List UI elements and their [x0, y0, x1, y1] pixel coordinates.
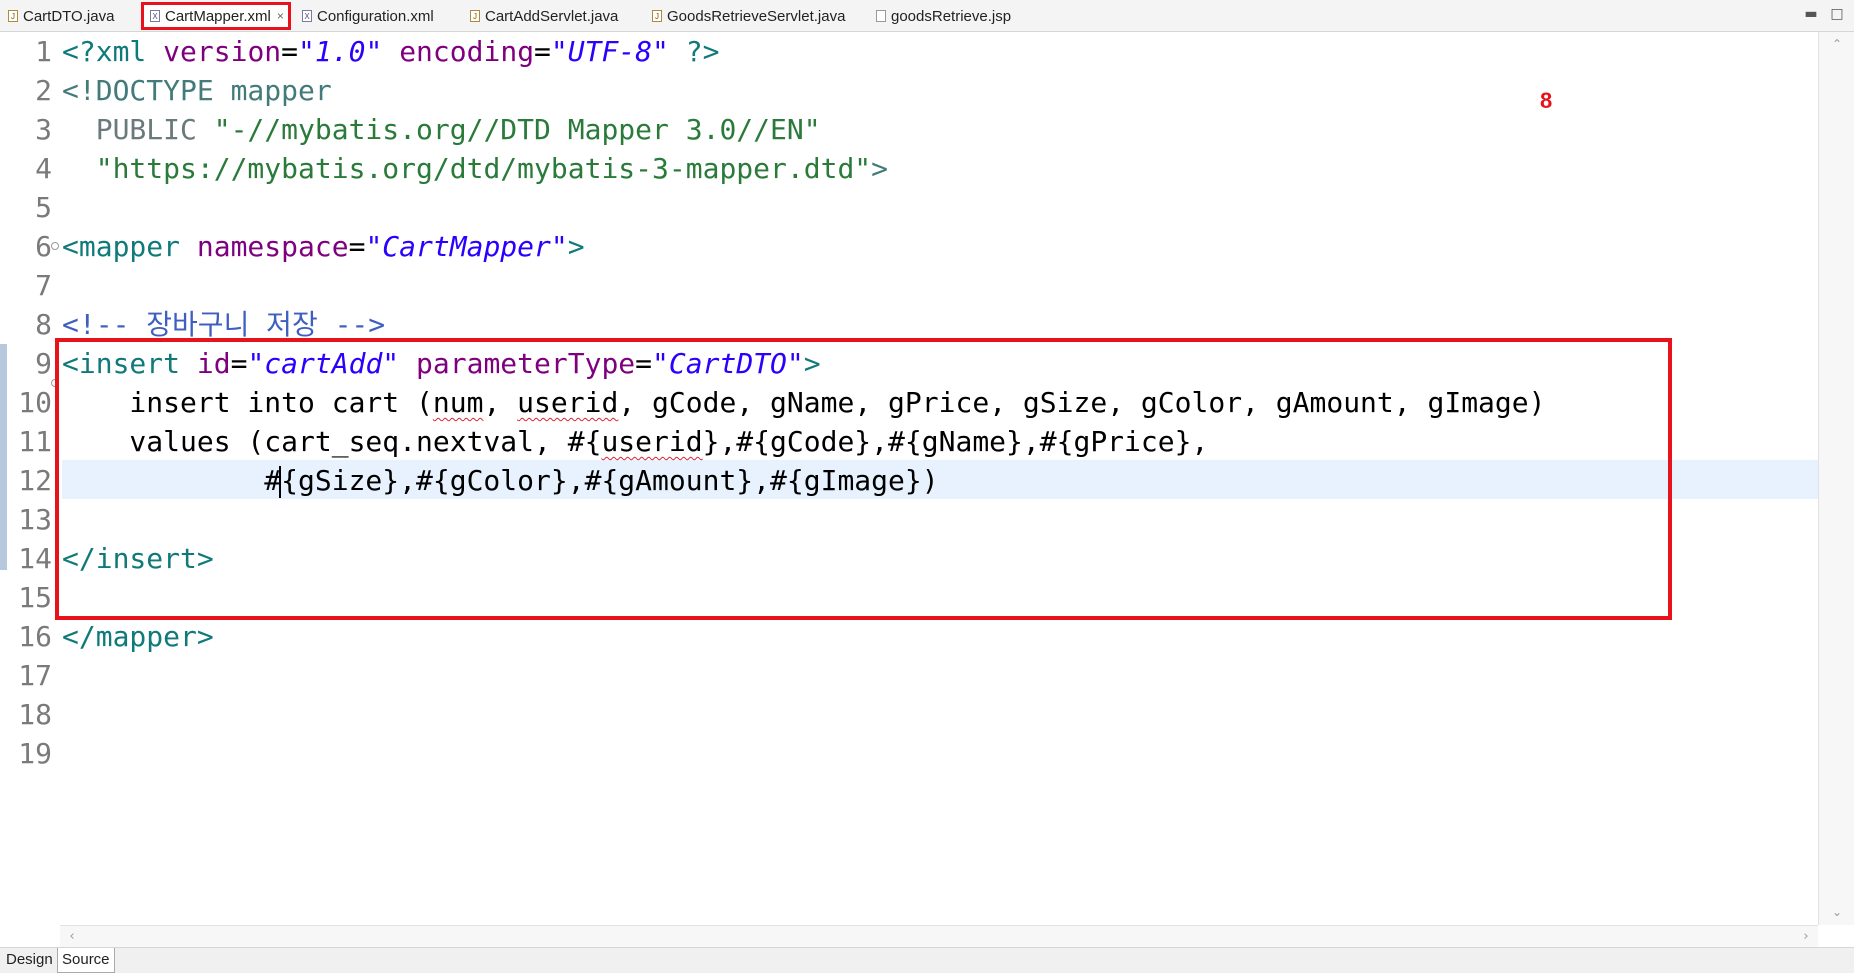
maximize-icon[interactable]: □: [1826, 3, 1848, 25]
tab-label: Configuration.xml: [317, 7, 434, 25]
xml-comment: <!-- 장바구니 저장 -->: [62, 308, 386, 341]
attr-name: version: [163, 35, 282, 68]
tab-source[interactable]: Source: [57, 948, 115, 973]
java-file-icon: J: [470, 10, 480, 22]
editor-tab-bar: J CartDTO.java X CartMapper.xml × X Conf…: [0, 0, 1854, 32]
doctype-public-id: "-//mybatis.org//DTD Mapper 3.0//EN": [213, 113, 821, 146]
tab-cartdto-java[interactable]: J CartDTO.java: [8, 4, 114, 28]
tab-cartaddservlet-java[interactable]: J CartAddServlet.java: [470, 4, 618, 28]
line-number: 4: [35, 152, 52, 185]
close-icon[interactable]: ×: [277, 9, 284, 23]
attr-name: encoding: [399, 35, 535, 68]
line-number: 15: [18, 581, 52, 614]
scroll-left-icon[interactable]: ‹: [62, 926, 82, 948]
line-number: 12: [18, 464, 52, 497]
tab-label: CartAddServlet.java: [485, 7, 619, 25]
line-number: 8: [35, 308, 52, 341]
equals: =: [281, 35, 299, 68]
code-line-1: <?xml version="1.0" encoding="UTF-8" ?>: [62, 32, 720, 71]
equals: =: [348, 230, 366, 263]
doctype: <!DOCTYPE mapper: [62, 74, 332, 107]
fold-toggle-icon[interactable]: [51, 242, 59, 250]
line-number: 16: [18, 620, 52, 653]
scroll-up-icon[interactable]: ⌃: [1819, 34, 1854, 54]
attr-value: "UTF-8": [550, 35, 669, 68]
java-file-icon: J: [652, 10, 662, 22]
code-line-3: PUBLIC "-//mybatis.org//DTD Mapper 3.0//…: [62, 110, 821, 149]
doctype-end: >: [871, 152, 889, 185]
tab-cartmapper-xml[interactable]: X CartMapper.xml ×: [141, 2, 291, 30]
attr-name: namespace: [196, 230, 349, 263]
attr-value: "1.0": [298, 35, 383, 68]
tab-label: CartDTO.java: [23, 7, 115, 25]
tab-goodsretrieveservlet-java[interactable]: J GoodsRetrieveServlet.java: [652, 4, 845, 28]
source-editor[interactable]: 1 2 3 4 5 6 7 8 9 10 11 12 13 14 15 16 1…: [0, 32, 1818, 925]
tab-design[interactable]: Design: [2, 948, 58, 972]
line-number: 13: [18, 503, 52, 536]
vertical-scrollbar[interactable]: ⌃ ⌄: [1818, 32, 1854, 925]
step-annotation: 8: [1540, 88, 1553, 113]
highlight-annotation-box: [55, 338, 1672, 620]
scroll-right-icon[interactable]: ›: [1796, 926, 1816, 948]
line-number: 7: [35, 269, 52, 302]
scroll-down-icon[interactable]: ⌄: [1819, 902, 1854, 922]
tag-open: <mapper: [62, 230, 197, 263]
doctype-system-id: "https://mybatis.org/dtd/mybatis-3-mappe…: [95, 152, 872, 185]
line-number: 3: [35, 113, 52, 146]
line-number: 5: [35, 191, 52, 224]
equals: =: [534, 35, 551, 68]
line-number: 9: [35, 347, 52, 380]
line-number: 18: [18, 698, 52, 731]
editor-mode-tabs: Design Source: [0, 947, 1854, 973]
tab-goodsretrieve-jsp[interactable]: goodsRetrieve.jsp: [876, 4, 1011, 28]
line-number: 2: [35, 74, 52, 107]
line-number: 17: [18, 659, 52, 692]
code-line-4: "https://mybatis.org/dtd/mybatis-3-mappe…: [62, 149, 888, 188]
tab-label: CartMapper.xml: [165, 7, 271, 25]
jsp-file-icon: [876, 10, 886, 22]
xml-declaration-end: ?>: [668, 35, 720, 68]
xml-file-icon: X: [302, 10, 312, 22]
xml-file-icon: X: [150, 10, 160, 22]
tag-end: </mapper>: [62, 620, 214, 653]
tab-label: GoodsRetrieveServlet.java: [667, 7, 846, 25]
line-number: 1: [35, 35, 52, 68]
code-line-2: <!DOCTYPE mapper: [62, 71, 332, 110]
xml-declaration: <?xml: [62, 35, 164, 68]
minimize-icon[interactable]: ▬: [1800, 3, 1822, 25]
tab-label: goodsRetrieve.jsp: [891, 7, 1012, 25]
code-line-6: <mapper namespace="CartMapper">: [62, 227, 585, 266]
line-number: 19: [18, 737, 52, 770]
line-number: 14: [18, 542, 52, 575]
line-number: 10: [18, 386, 52, 419]
code-line-16: </mapper>: [62, 617, 214, 656]
horizontal-scrollbar[interactable]: ‹ ›: [60, 925, 1818, 948]
doctype-public: PUBLIC: [62, 113, 214, 146]
tag-close: >: [567, 230, 585, 263]
attr-value: "CartMapper": [365, 230, 568, 263]
line-number: 11: [18, 425, 52, 458]
line-number: 6: [35, 230, 52, 263]
tab-configuration-xml[interactable]: X Configuration.xml: [302, 4, 434, 28]
java-file-icon: J: [8, 10, 18, 22]
